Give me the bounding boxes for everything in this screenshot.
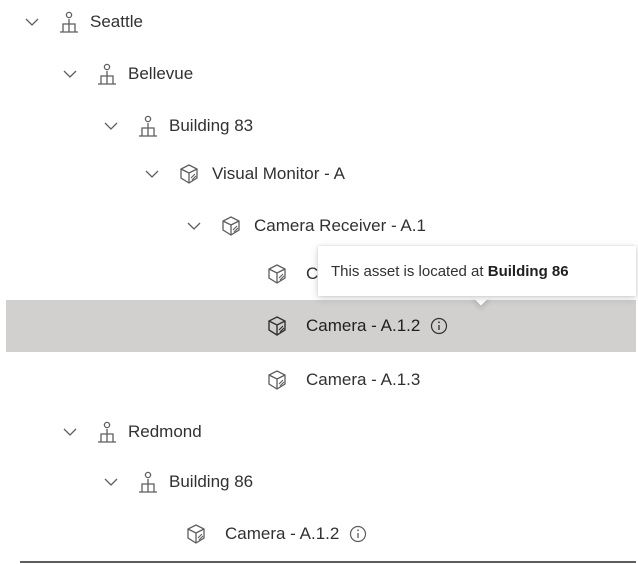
location-tooltip: This asset is located at Building 86 [318,246,636,296]
bottom-divider [20,561,636,563]
location-person-icon [58,11,80,33]
chevron-down-icon[interactable] [103,474,119,490]
tree-item-building-83[interactable]: Building 83 [103,100,253,152]
tree-item-camera-a12-selected[interactable]: Camera - A.1.2 [6,300,636,352]
cube-asset-icon [266,315,288,337]
tree-item-label: Seattle [90,12,143,31]
tree-item-camera-receiver-a1[interactable]: Camera Receiver - A.1 [186,200,426,252]
location-person-icon [137,115,159,137]
tree-item-visual-monitor-a[interactable]: Visual Monitor - A [144,148,345,200]
tooltip-text: This asset is located at [331,262,484,280]
tree-item-label: Camera - A.1.3 [306,370,421,389]
cube-asset-icon [185,523,207,545]
tree-item-label: Redmond [128,422,202,441]
asset-tree: Seattle Bellevue Building 83 Visual Moni… [0,0,638,564]
tree-item-camera-a11[interactable]: C [266,248,318,300]
tree-item-label: Building 86 [169,472,254,491]
tree-item-label: Camera - A.1.2 [306,316,421,335]
tree-item-redmond[interactable]: Redmond [62,406,202,458]
location-person-icon [137,471,159,493]
tree-item-camera-a12[interactable]: Camera - A.1.2 [185,508,367,560]
cube-asset-icon [266,369,288,391]
tree-item-label: Bellevue [128,64,194,83]
tree-item-label: C [306,264,319,283]
chevron-down-icon[interactable] [103,118,119,134]
location-person-icon [96,63,118,85]
location-person-icon [96,421,118,443]
chevron-down-icon[interactable] [24,14,40,30]
tree-item-bellevue[interactable]: Bellevue [62,48,193,100]
info-icon[interactable] [349,525,367,543]
tree-item-label: Visual Monitor - A [212,164,345,183]
tree-item-label: Building 83 [169,116,254,135]
chevron-down-icon[interactable] [62,424,78,440]
tree-item-seattle[interactable]: Seattle [24,0,143,48]
info-icon[interactable] [430,317,448,335]
tree-item-building-86[interactable]: Building 86 [103,456,253,508]
tooltip-location: Building 86 [487,262,569,280]
tree-item-camera-a13[interactable]: Camera - A.1.3 [266,354,420,406]
cube-asset-icon [266,263,288,285]
cube-asset-icon [178,163,200,185]
chevron-down-icon[interactable] [62,66,78,82]
chevron-down-icon[interactable] [186,218,202,234]
tree-item-label: Camera Receiver - A.1 [254,216,426,235]
cube-asset-icon [220,215,242,237]
tree-item-label: Camera - A.1.2 [225,524,340,543]
chevron-down-icon[interactable] [144,166,160,182]
